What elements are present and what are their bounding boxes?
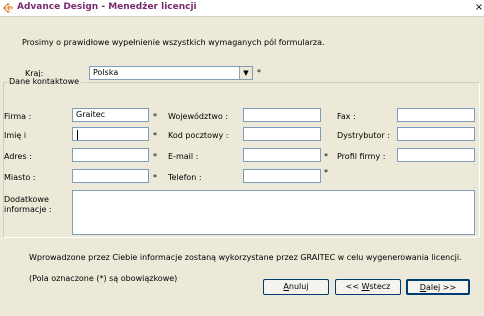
window-title: Advance Design - Menedżer licencji [17,2,197,12]
company-required-asterisk: * [153,112,157,121]
country-select[interactable]: Polska ▼ [89,66,253,80]
profile-field[interactable] [397,148,475,162]
svg-text:G: G [5,4,12,13]
phone-field[interactable] [243,169,321,183]
back-button[interactable]: << Wstecz [335,279,401,295]
province-label: Województwo : [168,112,229,121]
address-label: Adres : [4,152,32,161]
city-field[interactable] [72,169,149,183]
contact-group-title: Dane kontaktowe [7,77,82,86]
chevron-down-icon[interactable]: ▼ [239,67,252,79]
additional-info-field[interactable] [72,190,475,235]
distributor-field[interactable] [397,127,475,141]
address-field[interactable] [72,148,149,162]
fax-label: Fax : [337,112,356,121]
company-field[interactable]: Graitec [72,108,149,122]
distributor-label: Dystrybutor : [337,131,390,140]
required-note: (Pola oznaczone (*) są obowiązkowe) [29,274,178,283]
postal-label: Kod pocztowy : [168,131,229,140]
cancel-label-rest: nuluj [288,282,309,291]
name-label: Imię i [4,131,27,140]
close-icon[interactable]: × [474,1,484,14]
country-required-asterisk: * [257,68,261,77]
company-label: Firma : [4,112,32,121]
next-button[interactable]: Dalej >> [406,279,470,295]
country-value: Polska [93,68,119,77]
phone-required-asterisk: * [324,168,328,177]
cancel-button[interactable]: Anuluj [263,279,329,295]
back-label-rest: stecz [369,282,391,291]
city-label: Miasto : [4,173,36,182]
email-required-asterisk: * [324,152,328,161]
next-label-rest: alej >> [425,283,457,292]
name-required-asterisk: * [153,131,157,140]
footer-info-text: Wprowadzone przez Ciebie informacje zost… [29,253,462,262]
address-required-asterisk: * [153,152,157,161]
fax-field[interactable] [397,108,475,122]
city-required-asterisk: * [153,173,157,182]
email-field[interactable] [243,148,321,162]
back-label-prefix: << [345,282,362,291]
title-bar: G Advance Design - Menedżer licencji × [0,0,484,17]
postal-field[interactable] [243,127,321,141]
province-field[interactable] [243,108,321,122]
email-label: E-mail : [168,152,199,161]
back-accel: W [361,282,370,291]
additional-info-label-line2: informacje : [4,205,52,214]
advance-design-app-icon: G [3,3,13,13]
name-field[interactable] [72,127,149,141]
profile-label: Profil firmy : [337,152,386,161]
additional-info-label-line1: Dodatkowe [4,195,49,204]
intro-text: Prosimy o prawidłowe wypełnienie wszystk… [22,38,325,47]
text-caret [77,130,78,140]
phone-label: Telefon : [168,173,202,182]
